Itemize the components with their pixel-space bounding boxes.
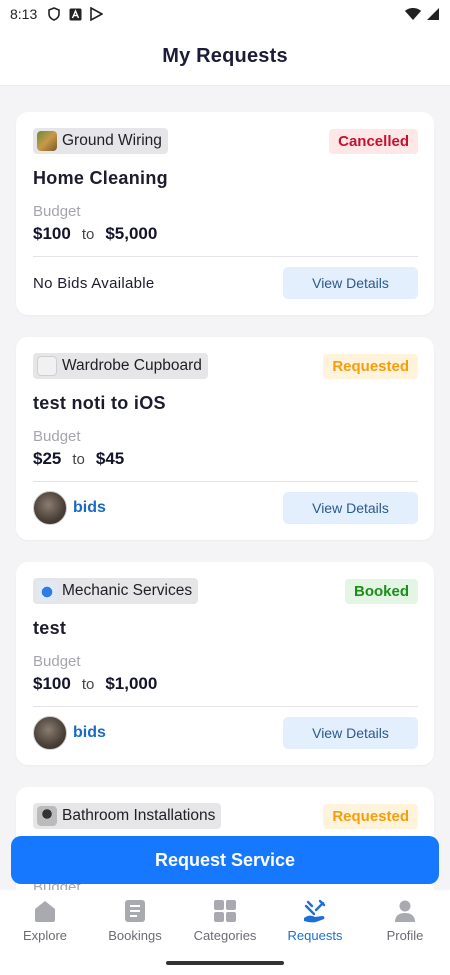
request-card[interactable]: Mechanic Services Booked test Budget $10… <box>16 562 434 765</box>
font-app-icon <box>69 8 82 20</box>
signal-icon <box>427 8 439 20</box>
home-indicator[interactable] <box>166 961 284 965</box>
bids-group[interactable]: bids <box>33 491 106 525</box>
nav-label: Bookings <box>108 928 162 943</box>
nav-label: Requests <box>287 928 343 943</box>
budget-min: $100 <box>33 224 71 243</box>
request-title: test noti to iOS <box>33 393 166 413</box>
person-icon <box>392 898 418 924</box>
app-header: My Requests <box>0 28 450 86</box>
budget-max: $1,000 <box>105 674 158 693</box>
request-card[interactable]: Wardrobe Cupboard Requested test noti to… <box>16 337 434 540</box>
status-badge: Requested <box>323 803 418 829</box>
view-details-button[interactable]: View Details <box>283 267 418 299</box>
budget-max: $5,000 <box>105 224 158 243</box>
divider <box>33 706 418 707</box>
budget-to: to <box>81 676 95 693</box>
request-title: Home Cleaning <box>33 168 168 188</box>
status-badge: Booked <box>344 578 418 604</box>
budget-max: $45 <box>95 449 125 468</box>
nav-label: Categories <box>193 928 257 943</box>
category-label: Wardrobe Cupboard <box>62 357 202 374</box>
request-title: test <box>33 618 67 638</box>
no-bids-text: No Bids Available <box>33 274 155 292</box>
shield-icon <box>48 7 61 21</box>
bidder-avatar <box>33 716 67 750</box>
request-service-button[interactable]: Request Service <box>11 836 439 884</box>
status-system-icons <box>404 7 440 21</box>
nav-label: Profile <box>386 928 424 943</box>
category-label: Mechanic Services <box>62 582 193 599</box>
category-chip: Ground Wiring <box>33 128 168 154</box>
ground-wiring-thumbnail-icon <box>37 131 57 151</box>
nav-explore[interactable]: Explore <box>0 898 90 975</box>
status-time: 8:13 <box>10 6 38 22</box>
nav-profile[interactable]: Profile <box>360 898 450 975</box>
bathroom-thumbnail-icon <box>37 806 57 826</box>
requests-list[interactable]: Ground Wiring Cancelled Home Cleaning Bu… <box>0 86 450 890</box>
bids-group[interactable]: bids <box>33 716 106 750</box>
mechanic-thumbnail-icon <box>37 581 57 601</box>
home-icon <box>32 898 58 924</box>
divider <box>33 256 418 257</box>
play-store-icon <box>90 7 104 21</box>
budget-label: Budget <box>33 428 81 445</box>
budget-to: to <box>72 451 85 468</box>
bids-link[interactable]: bids <box>73 724 106 742</box>
bids-link[interactable]: bids <box>73 499 106 517</box>
budget-range: $100 to $1,000 <box>33 674 418 694</box>
category-label: Ground Wiring <box>62 132 162 149</box>
budget-label: Budget <box>33 203 81 220</box>
category-chip: Mechanic Services <box>33 578 199 604</box>
view-details-button[interactable]: View Details <box>283 492 418 524</box>
budget-min: $25 <box>33 449 62 468</box>
status-bar: 8:13 <box>0 0 450 28</box>
request-card[interactable]: Ground Wiring Cancelled Home Cleaning Bu… <box>16 112 434 315</box>
budget-range: $100 to $5,000 <box>33 224 418 244</box>
nav-label: Explore <box>22 928 68 943</box>
grid-icon <box>212 898 238 924</box>
budget-min: $100 <box>33 674 71 693</box>
budget-range: $25 to $45 <box>33 449 418 469</box>
bottom-nav: Explore Bookings Categories Requests Pro… <box>0 890 450 975</box>
status-badge: Requested <box>323 353 418 379</box>
wardrobe-thumbnail-icon <box>37 356 57 376</box>
category-chip: Wardrobe Cupboard <box>33 353 208 379</box>
wifi-icon <box>405 8 421 20</box>
category-label: Bathroom Installations <box>62 807 216 824</box>
page-title: My Requests <box>162 45 288 67</box>
status-notification-icons <box>47 7 104 21</box>
budget-to: to <box>81 226 95 243</box>
divider <box>33 481 418 482</box>
document-icon <box>122 898 148 924</box>
status-badge: Cancelled <box>329 128 418 154</box>
requests-icon <box>302 898 328 924</box>
view-details-button[interactable]: View Details <box>283 717 418 749</box>
bidder-avatar <box>33 491 67 525</box>
budget-label: Budget <box>33 653 81 670</box>
category-chip: Bathroom Installations <box>33 803 222 829</box>
